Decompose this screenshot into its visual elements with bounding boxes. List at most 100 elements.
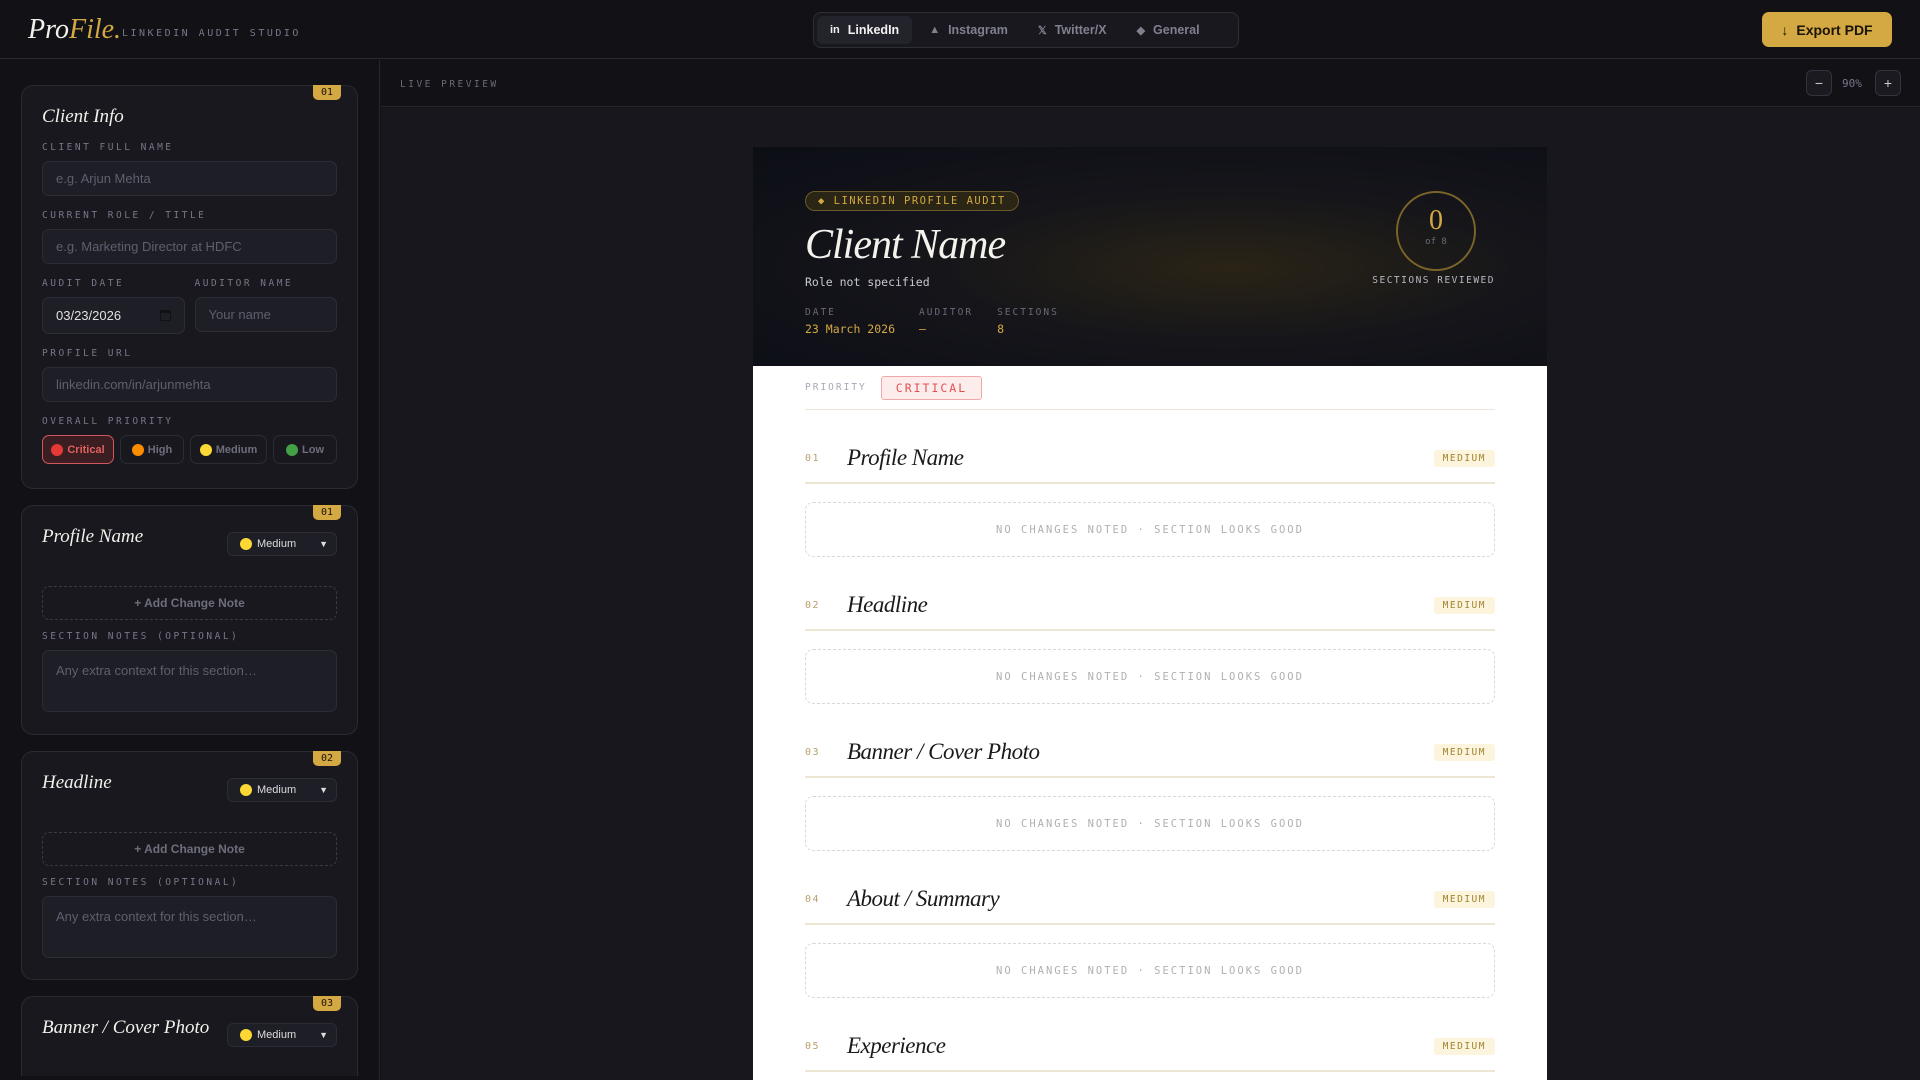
export-pdf-button[interactable]: ↓ Export PDF	[1762, 12, 1892, 47]
section-header: 05 Experience MEDIUM	[805, 1022, 1495, 1072]
zoom-level: 90%	[1842, 77, 1862, 90]
tab-label: LinkedIn	[847, 23, 900, 37]
meta-auditor: AUDITOR —	[919, 307, 973, 336]
preview-section: 03 Banner / Cover Photo MEDIUM NO CHANGES N…	[805, 728, 1495, 851]
section-notes-textarea[interactable]: Any extra context for this section…	[42, 896, 337, 958]
no-changes-box: NO CHANGES NOTED · SECTION LOOKS GOOD	[805, 502, 1495, 557]
priority-select[interactable]: Medium ▼	[227, 532, 337, 556]
section-card-headline: 02 Headline Medium ▼ + Add Change Note SE…	[21, 751, 358, 980]
section-title: Profile Name	[847, 445, 964, 470]
app-subtitle: LINKEDIN AUDIT STUDIO	[122, 28, 301, 39]
section-priority-badge: MEDIUM	[1433, 891, 1495, 908]
field-label: AUDIT DATE	[42, 278, 125, 289]
field-label: AUDITOR NAME	[194, 278, 294, 289]
priority-label: Critical	[67, 443, 105, 456]
tab-linkedin[interactable]: in LinkedIn	[817, 16, 913, 44]
zoom-out-button[interactable]: −	[1806, 70, 1832, 96]
progress-ring: 0 of 8	[1396, 191, 1476, 271]
section-priority-badge: MEDIUM	[1433, 450, 1495, 467]
no-changes-box: NO CHANGES NOTED · SECTION LOOKS GOOD	[805, 649, 1495, 704]
reviewed-count: 0	[1429, 205, 1443, 236]
field-label: SECTION NOTES (OPTIONAL)	[42, 877, 240, 888]
top-bar: ProFile. LINKEDIN AUDIT STUDIO in LinkedI…	[0, 0, 1920, 59]
meta-row: DATE 23 March 2026 AUDITOR — SECTIONS 8	[805, 307, 1495, 336]
zoom-in-button[interactable]: +	[1875, 70, 1901, 96]
priority-critical-button[interactable]: Critical	[42, 435, 114, 464]
meta-value: 8	[997, 322, 1004, 336]
priority-select[interactable]: Medium ▼	[227, 1023, 337, 1047]
tab-general[interactable]: ◆ General	[1124, 16, 1213, 44]
priority-low-button[interactable]: Low	[273, 435, 337, 464]
priority-select[interactable]: Medium ▼	[227, 778, 337, 802]
meta-key: SECTIONS	[997, 307, 1059, 318]
section-header: 02 Headline MEDIUM	[805, 581, 1495, 631]
meta-value: —	[919, 322, 926, 336]
meta-sections: SECTIONS 8	[997, 307, 1059, 336]
select-value: Medium	[257, 784, 297, 796]
logo: ProFile.	[28, 14, 121, 46]
platform-tabs: in LinkedIn ▲ Instagram 𝕏 Twitter/X ◆ Genera…	[813, 12, 1239, 48]
yellow-dot-icon	[240, 1029, 252, 1041]
section-card-banner: 03 Banner / Cover Photo Medium ▼	[21, 996, 358, 1076]
auditor-name-input[interactable]: Your name	[194, 297, 337, 332]
section-header: 04 About / Summary MEDIUM	[805, 875, 1495, 925]
section-number: 01	[805, 452, 821, 464]
section-header: 01 Profile Name MEDIUM	[805, 434, 1495, 484]
document-hero: ◆ LINKEDIN PROFILE AUDIT Client Name Rol…	[753, 147, 1547, 366]
preview-area[interactable]: ◆ LINKEDIN PROFILE AUDIT Client Name Rol…	[381, 108, 1920, 1080]
preview-section: 05 Experience MEDIUM	[805, 1022, 1495, 1072]
preview-section: 04 About / Summary MEDIUM NO CHANGES NOTED …	[805, 875, 1495, 998]
section-priority-badge: MEDIUM	[1433, 744, 1495, 761]
chevron-down-icon: ▼	[319, 1030, 328, 1040]
tab-label: Twitter/X	[1054, 23, 1107, 37]
tab-label: Instagram	[948, 23, 1008, 37]
priority-label: Medium	[215, 443, 258, 456]
field-label: CURRENT ROLE / TITLE	[42, 210, 207, 221]
field-label: SECTION NOTES (OPTIONAL)	[42, 631, 240, 642]
tab-instagram[interactable]: ▲ Instagram	[916, 16, 1021, 44]
section-title: Banner / Cover Photo	[847, 739, 1040, 764]
meta-value: 23 March 2026	[805, 322, 896, 336]
card-title: Profile Name	[42, 526, 144, 547]
section-number: 05	[805, 1040, 821, 1052]
x-icon: 𝕏	[1037, 24, 1047, 37]
editor-sidebar[interactable]: 01 Client Info CLIENT FULL NAME e.g. Arj…	[0, 60, 380, 1080]
section-priority-badge: MEDIUM	[1433, 1038, 1495, 1055]
yellow-dot-icon	[199, 443, 212, 456]
orange-dot-icon	[131, 443, 144, 456]
client-name-input[interactable]: e.g. Arjun Mehta	[42, 161, 337, 196]
section-header: 03 Banner / Cover Photo MEDIUM	[805, 728, 1495, 778]
tab-twitter[interactable]: 𝕏 Twitter/X	[1025, 16, 1120, 44]
chevron-down-icon: ▼	[319, 539, 328, 549]
yellow-dot-icon	[240, 538, 252, 550]
priority-high-button[interactable]: High	[120, 435, 184, 464]
audit-document: ◆ LINKEDIN PROFILE AUDIT Client Name Rol…	[753, 147, 1547, 1080]
profile-url-input[interactable]: linkedin.com/in/arjunmehta	[42, 367, 337, 402]
reviewed-total: of 8	[1425, 237, 1447, 247]
priority-key: PRIORITY	[805, 382, 867, 393]
section-title: Experience	[847, 1033, 946, 1058]
reviewed-label: SECTIONS REVIEWED	[1372, 275, 1495, 286]
section-title: Headline	[847, 592, 928, 617]
priority-label: High	[147, 443, 173, 456]
field-label: PROFILE URL	[42, 348, 133, 359]
meta-key: DATE	[805, 307, 836, 318]
section-badge: 02	[312, 751, 341, 766]
select-value: Medium	[257, 1029, 297, 1041]
section-number: 03	[805, 746, 821, 758]
section-notes-textarea[interactable]: Any extra context for this section…	[42, 650, 337, 712]
client-role-input[interactable]: e.g. Marketing Director at HDFC	[42, 229, 337, 264]
add-change-note-button[interactable]: + Add Change Note	[42, 586, 337, 620]
instagram-icon: ▲	[929, 24, 941, 36]
priority-badge: CRITICAL	[880, 375, 983, 400]
section-badge: 01	[312, 85, 341, 100]
section-card-profile-name: 01 Profile Name Medium ▼ + Add Change Not…	[21, 505, 358, 735]
section-number: 04	[805, 893, 821, 905]
priority-medium-button[interactable]: Medium	[190, 435, 267, 464]
calendar-icon[interactable]	[159, 310, 171, 321]
audit-date-input[interactable]: 03/23/2026	[42, 297, 185, 334]
priority-label: Low	[302, 443, 324, 456]
yellow-dot-icon	[240, 784, 252, 796]
preview-section: 02 Headline MEDIUM NO CHANGES NOTED · SECTI…	[805, 581, 1495, 704]
add-change-note-button[interactable]: + Add Change Note	[42, 832, 337, 866]
